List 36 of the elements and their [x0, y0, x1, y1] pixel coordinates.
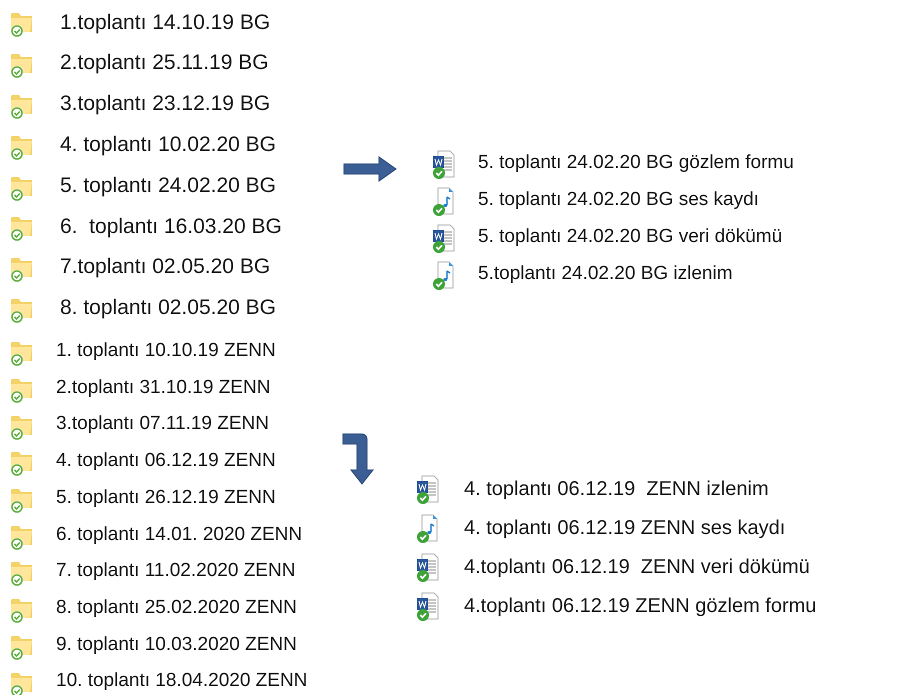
file-name[interactable]: 3.toplantı 23.12.19 BG [60, 88, 270, 120]
file-name[interactable]: 3.toplantı 07.11.19 ZENN [56, 410, 269, 439]
file-name[interactable]: 2.toplantı 31.10.19 ZENN [56, 374, 270, 402]
file-name[interactable]: 7.toplantı 02.05.20 BG [60, 251, 270, 283]
right-arrow-icon [343, 155, 397, 183]
file-name[interactable]: 4.toplantı 06.12.19 ZENN veri dökümü [464, 552, 810, 582]
file-name[interactable]: 8. toplantı 25.02.2020 ZENN [56, 594, 297, 622]
document-icon [416, 472, 440, 504]
file-name[interactable]: 4. toplantı 10.02.20 BG [60, 129, 276, 161]
file-name[interactable]: 4. toplantı 06.12.19 ZENN [56, 447, 276, 476]
document-icon [432, 148, 456, 180]
file-name[interactable]: 4. toplantı 06.12.19 ZENN izlenim [464, 474, 769, 504]
file-name[interactable]: 5. toplantı 26.12.19 ZENN [56, 484, 276, 512]
bent-arrow-icon [341, 432, 375, 486]
file-name[interactable]: 1. toplantı 10.10.19 ZENN [56, 337, 276, 366]
file-name[interactable]: 6. toplantı 14.01. 2020 ZENN [56, 520, 302, 550]
file-name[interactable]: 2.toplantı 25.11.19 BG [60, 47, 269, 79]
audio-file-icon [432, 258, 456, 290]
file-name[interactable]: 5.toplantı 24.02.20 BG izlenim [478, 260, 733, 289]
file-name[interactable]: 10. toplantı 18.04.2020 ZENN [56, 667, 308, 695]
file-name[interactable]: 8. toplantı 02.05.20 BG [60, 292, 276, 324]
file-name[interactable]: 5. toplantı 24.02.20 BG ses kaydı [478, 186, 759, 215]
file-name[interactable]: 6. toplantı 16.03.20 BG [60, 210, 282, 242]
file-name[interactable]: 1.toplantı 14.10.19 BG [60, 6, 270, 38]
file-name[interactable]: 4. toplantı 06.12.19 ZENN ses kaydı [464, 512, 786, 542]
document-icon [416, 550, 440, 582]
audio-file-icon [416, 512, 440, 544]
file-name[interactable]: 5. toplantı 24.02.20 BG veri dökümü [478, 223, 782, 252]
audio-file-icon [432, 184, 456, 216]
document-icon [432, 222, 456, 254]
file-name[interactable]: 9. toplantı 10.03.2020 ZENN [56, 630, 297, 660]
file-name[interactable]: 5. toplantı 24.02.20 BG [60, 170, 276, 202]
file-name[interactable]: 4.toplantı 06.12.19 ZENN gözlem formu [464, 590, 816, 620]
file-name[interactable]: 7. toplantı 11.02.2020 ZENN [56, 557, 296, 586]
document-icon [416, 590, 440, 622]
file-name[interactable]: 5. toplantı 24.02.20 BG gözlem formu [478, 149, 794, 178]
